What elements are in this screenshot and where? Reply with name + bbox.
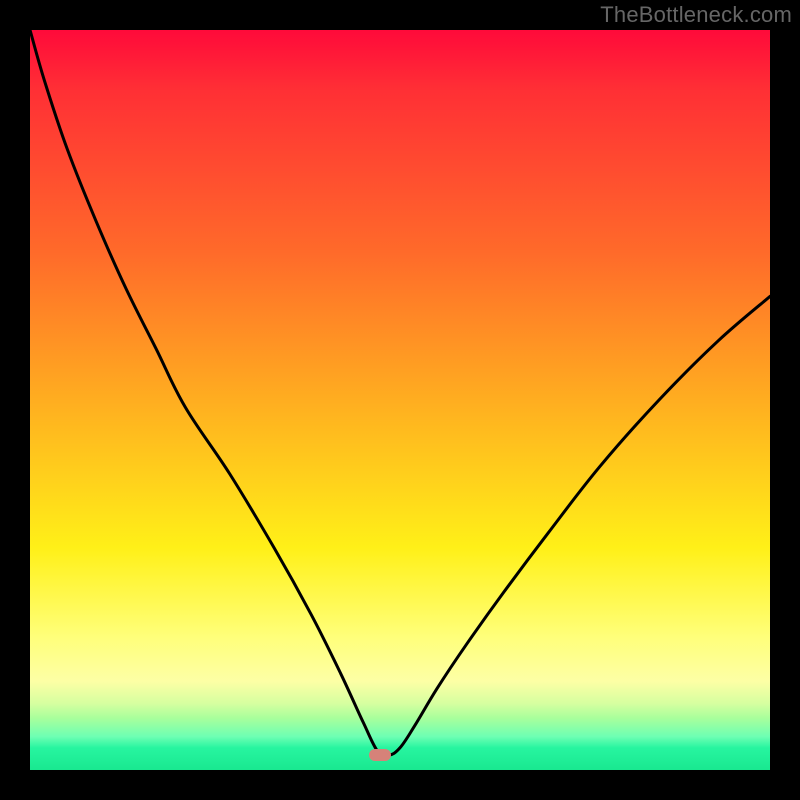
bottleneck-curve bbox=[30, 30, 770, 770]
chart-frame: TheBottleneck.com bbox=[0, 0, 800, 800]
plot-area bbox=[30, 30, 770, 770]
watermark-text: TheBottleneck.com bbox=[600, 2, 792, 28]
minimum-marker bbox=[369, 749, 391, 761]
curve-path bbox=[30, 30, 770, 756]
